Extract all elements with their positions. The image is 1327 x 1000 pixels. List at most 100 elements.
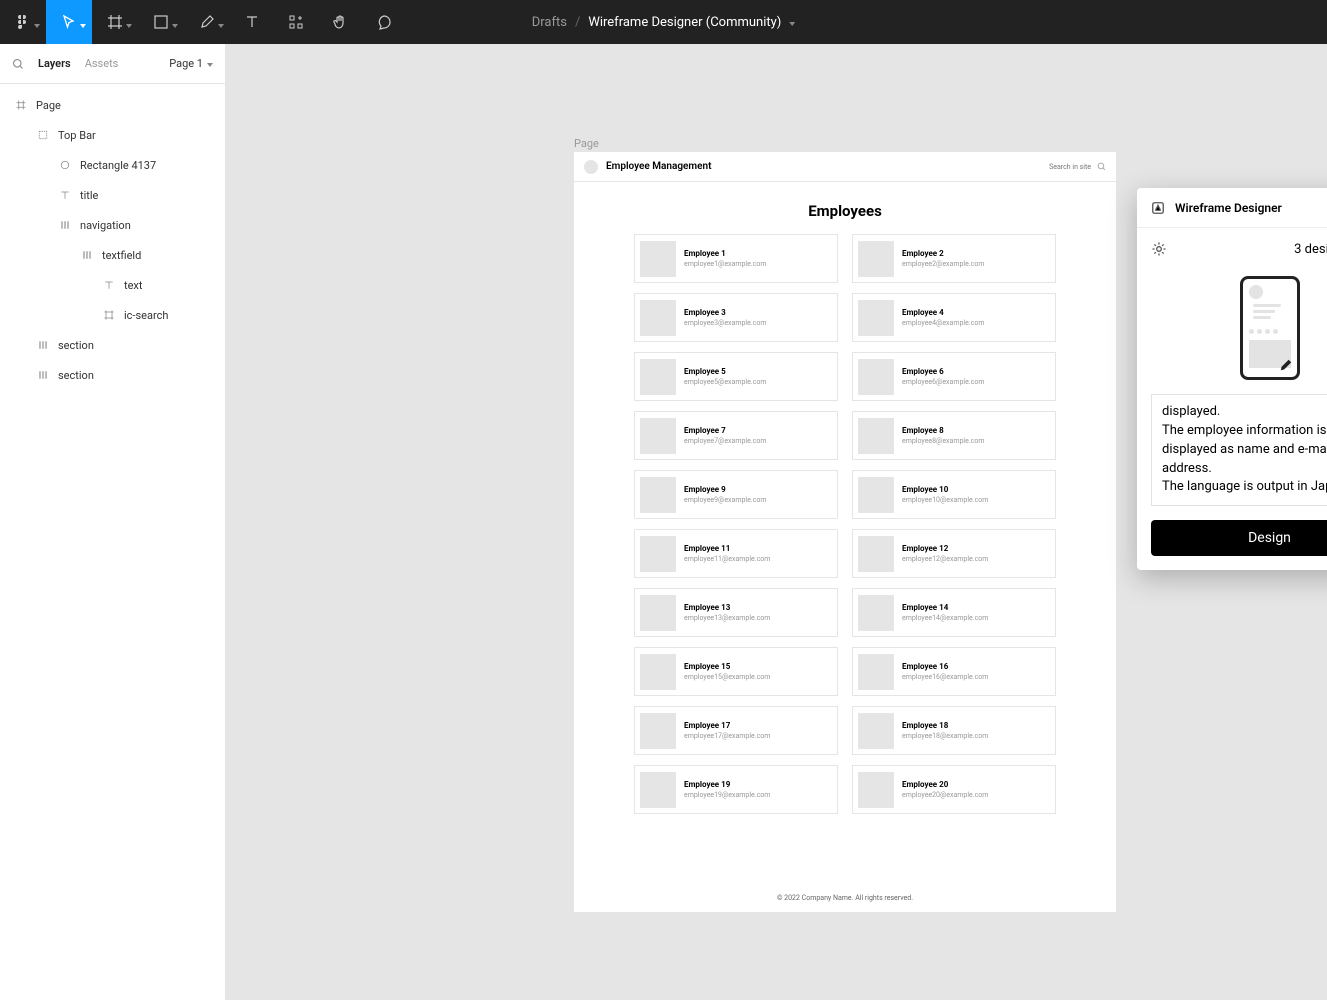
figma-logo-icon [15,14,31,30]
shape-tool-button[interactable] [138,0,184,44]
employee-email: employee1@example.com [684,260,766,268]
layer-row[interactable]: Rectangle 4137 [0,150,225,180]
employee-email: employee7@example.com [684,437,766,445]
frame-label[interactable]: Page [574,137,599,150]
layout-icon [36,339,50,351]
employee-email: employee4@example.com [902,319,984,327]
site-search[interactable] [1041,162,1106,171]
frame-icon [107,14,123,30]
layer-label: ic-search [124,309,168,322]
designs-left-link[interactable]: 3 designs left [1294,242,1327,257]
employee-card[interactable]: Employee 2employee2@example.com [852,234,1056,283]
employee-email: employee12@example.com [902,555,988,563]
employee-card[interactable]: Employee 15employee15@example.com [634,647,838,696]
employee-email: employee18@example.com [902,732,988,740]
tab-assets[interactable]: Assets [85,57,119,70]
layer-row[interactable]: text [0,270,225,300]
employee-name: Employee 20 [902,780,988,789]
layer-row[interactable]: textfield [0,240,225,270]
page-selector[interactable]: Page 1 [169,57,213,70]
employee-name: Employee 17 [684,721,770,730]
layer-row[interactable]: Top Bar [0,120,225,150]
employee-card[interactable]: Employee 10 employee10@example.com [852,470,1056,519]
employee-email: employee2@example.com [902,260,984,268]
resources-tool-button[interactable] [274,0,318,44]
employee-card[interactable]: Employee 8employee8@example.com [852,411,1056,460]
layer-row[interactable]: title [0,180,225,210]
employee-card[interactable]: Employee 18 employee18@example.com [852,706,1056,755]
employee-card[interactable]: Employee 17employee17@example.com [634,706,838,755]
employee-card[interactable]: Employee 6employee6@example.com [852,352,1056,401]
avatar-placeholder [640,654,676,690]
phone-illustration [1240,276,1300,380]
cursor-icon [61,14,77,30]
employee-card[interactable]: Employee 19 employee19@example.com [634,765,838,814]
employee-card[interactable]: Employee 12 employee12@example.com [852,529,1056,578]
site-topbar: Employee Management [574,152,1116,182]
gear-icon[interactable] [1151,241,1167,257]
employee-card[interactable]: Employee 14employee14@example.com [852,588,1056,637]
employee-email: employee10@example.com [902,496,988,504]
layer-row[interactable]: Page [0,90,225,120]
grid-icon [102,309,116,321]
employee-email: employee11@example.com [684,555,770,563]
breadcrumb-drafts[interactable]: Drafts [532,15,567,30]
employee-card[interactable]: Employee 3employee3@example.com [634,293,838,342]
avatar-placeholder [858,536,894,572]
pen-tool-button[interactable] [184,0,230,44]
design-frame[interactable]: Employee Management Employees Employee 1… [574,152,1116,912]
layer-row[interactable]: ic-search [0,300,225,330]
employee-card[interactable]: Employee 20 employee20@example.com [852,765,1056,814]
employee-email: employee13@example.com [684,614,770,622]
employee-name: Employee 12 [902,544,988,553]
design-button[interactable]: Design [1151,520,1327,556]
layer-row[interactable]: navigation [0,210,225,240]
search-icon[interactable] [12,58,24,70]
comment-tool-button[interactable] [362,0,406,44]
avatar-placeholder [640,477,676,513]
layer-label: title [80,189,98,202]
main-menu-button[interactable] [0,0,46,44]
employee-card[interactable]: Employee 4employee4@example.com [852,293,1056,342]
employee-card[interactable]: Employee 5employee5@example.com [634,352,838,401]
move-tool-button[interactable] [46,0,92,44]
avatar-placeholder [640,300,676,336]
employee-card[interactable]: Employee 16employee16@example.com [852,647,1056,696]
employee-card[interactable]: Employee 11employee11@example.com [634,529,838,578]
avatar-placeholder [858,241,894,277]
hand-tool-button[interactable] [318,0,362,44]
employee-card[interactable]: Employee 1employee1@example.com [634,234,838,283]
rectangle-icon [153,14,169,30]
tab-layers[interactable]: Layers [38,57,71,70]
canvas[interactable]: Page Employee Management Employees Emplo… [226,44,1327,1000]
employee-email: employee19@example.com [684,791,770,799]
employee-card[interactable]: Employee 13employee13@example.com [634,588,838,637]
employee-card[interactable]: Employee 7employee7@example.com [634,411,838,460]
prompt-textarea[interactable]: displayed.The employee information is di… [1151,394,1327,506]
employee-name: Employee 14 [902,603,988,612]
employee-name: Employee 10 [902,485,988,494]
breadcrumb[interactable]: Drafts / Wireframe Designer (Community) [532,15,796,30]
text-tool-button[interactable] [230,0,274,44]
layer-label: textfield [102,249,141,262]
employee-email: employee3@example.com [684,319,766,327]
avatar-placeholder [858,595,894,631]
frame-tool-button[interactable] [92,0,138,44]
employee-email: employee20@example.com [902,791,988,799]
employee-name: Employee 6 [902,367,984,376]
layer-label: section [58,339,94,352]
search-input[interactable] [1041,163,1091,171]
plugin-panel[interactable]: Wireframe Designer 3 designs left displa… [1137,188,1327,570]
layer-row[interactable]: section [0,360,225,390]
file-title[interactable]: Wireframe Designer (Community) [588,15,781,30]
employee-email: employee16@example.com [902,673,988,681]
employee-name: Employee 9 [684,485,766,494]
chevron-down-icon[interactable] [789,15,795,30]
avatar-placeholder [640,536,676,572]
layer-label: Page [36,99,61,112]
employee-name: Employee 19 [684,780,770,789]
layer-row[interactable]: section [0,330,225,360]
employee-card[interactable]: Employee 9employee9@example.com [634,470,838,519]
employee-name: Employee 18 [902,721,988,730]
resources-icon [288,14,304,30]
